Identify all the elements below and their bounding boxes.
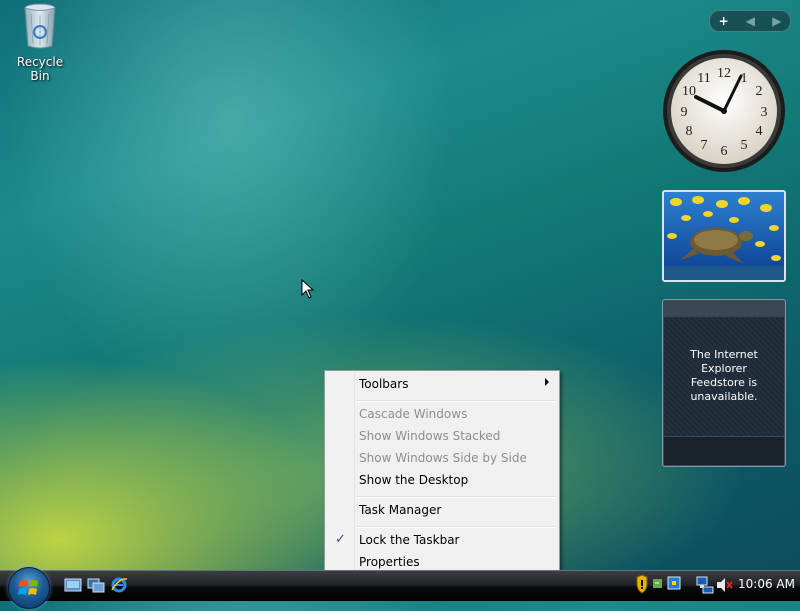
previous-gadgets-button[interactable]: ◀ <box>746 11 755 31</box>
windows-logo-icon <box>18 580 38 595</box>
clock-number: 4 <box>756 124 763 139</box>
sea-turtle-image <box>664 192 784 280</box>
submenu-arrow-icon <box>545 378 549 386</box>
slideshow-gadget[interactable] <box>662 190 786 282</box>
menu-item-show-the-desktop[interactable]: Show the Desktop <box>327 469 557 491</box>
menu-item-lock-the-taskbar[interactable]: ✓ Lock the Taskbar <box>327 529 557 551</box>
taskbar-clock[interactable]: 10:06 AM <box>738 577 795 591</box>
menu-item-cascade-windows[interactable]: Cascade Windows <box>327 403 557 425</box>
next-gadgets-button[interactable]: ▶ <box>772 11 781 31</box>
menu-item-show-windows-side-by-side[interactable]: Show Windows Side by Side <box>327 447 557 469</box>
menu-item-show-windows-stacked[interactable]: Show Windows Stacked <box>327 425 557 447</box>
feed-message-line: The Internet Explorer <box>690 348 758 375</box>
volume-muted-icon[interactable] <box>717 578 733 592</box>
clock-number: 1 <box>741 71 748 86</box>
menu-separator <box>357 400 555 402</box>
taskbar-context-menu: Toolbars Cascade Windows Show Windows St… <box>324 370 560 576</box>
clock-number: 2 <box>756 84 763 99</box>
menu-item-label: Show the Desktop <box>359 473 469 487</box>
feed-message-line: unavailable. <box>690 390 758 403</box>
checkmark-icon: ✓ <box>335 532 346 547</box>
recycle-bin-label: Recycle Bin <box>16 55 64 83</box>
clock-number: 11 <box>697 71 710 86</box>
feed-header <box>664 301 784 317</box>
network-icon[interactable] <box>696 576 714 594</box>
menu-item-label: Toolbars <box>359 377 409 391</box>
feed-unavailable-message: The Internet Explorer Feedstore is unava… <box>663 348 785 404</box>
menu-item-toolbars[interactable]: Toolbars <box>327 373 557 395</box>
switch-windows-icon[interactable] <box>87 576 105 594</box>
menu-item-label: Lock the Taskbar <box>359 533 460 547</box>
clock-number: 3 <box>761 105 768 120</box>
recycle-bin[interactable]: Recycle Bin <box>6 2 74 83</box>
menu-item-label: Show Windows Stacked <box>359 429 501 443</box>
clock-number: 12 <box>717 66 731 81</box>
windows-update-icon[interactable] <box>667 576 681 590</box>
menu-item-label: Properties <box>359 555 420 569</box>
clock-number: 8 <box>686 124 693 139</box>
menu-item-label: Cascade Windows <box>359 407 468 421</box>
menu-separator <box>357 526 555 528</box>
add-gadget-button[interactable]: + <box>719 11 729 31</box>
clock-number: 7 <box>701 138 708 153</box>
clock-number: 10 <box>682 84 696 99</box>
mouse-cursor-icon <box>301 279 315 299</box>
feed-headlines-gadget[interactable]: The Internet Explorer Feedstore is unava… <box>662 299 786 467</box>
show-desktop-icon[interactable] <box>64 576 82 594</box>
clock-number: 9 <box>681 105 688 120</box>
clock-number: 6 <box>721 144 728 159</box>
sync-icon[interactable] <box>653 579 662 588</box>
menu-item-label: Task Manager <box>359 503 442 517</box>
clock-number: 5 <box>741 138 748 153</box>
clock-gadget[interactable]: 12 1 2 3 4 5 6 7 8 9 10 11 <box>662 49 786 173</box>
menu-separator <box>357 496 555 498</box>
sidebar-controls: + ◀ ▶ <box>709 10 791 32</box>
feed-footer <box>664 436 784 465</box>
feed-message-line: Feedstore is <box>690 376 758 389</box>
security-shield-icon[interactable] <box>636 574 648 594</box>
system-tray <box>636 574 733 594</box>
recycle-bin-icon <box>24 3 56 49</box>
menu-item-label: Show Windows Side by Side <box>359 451 527 465</box>
start-button[interactable] <box>8 567 50 609</box>
internet-explorer-icon[interactable] <box>110 576 128 594</box>
menu-item-task-manager[interactable]: Task Manager <box>327 499 557 521</box>
